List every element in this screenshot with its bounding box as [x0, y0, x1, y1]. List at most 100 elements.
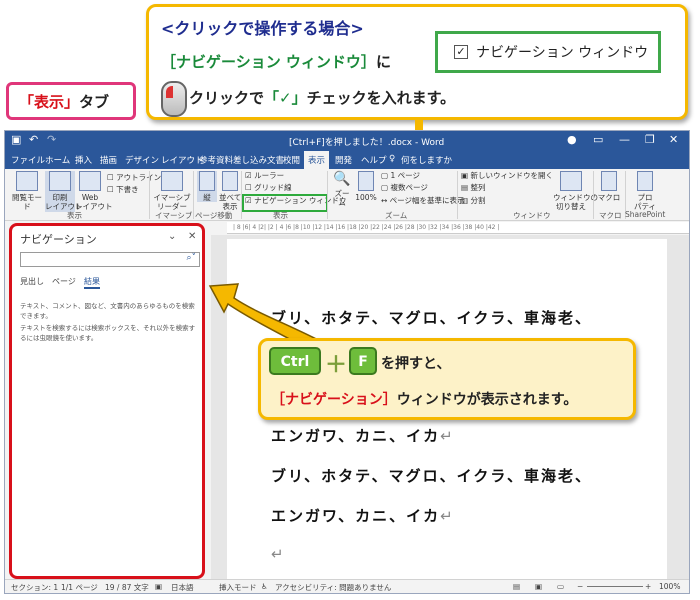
zoom-slider[interactable] [587, 586, 643, 587]
tab-developer[interactable]: 開発 [335, 154, 352, 166]
status-language[interactable]: 日本語 [171, 582, 194, 593]
zoom-in-icon[interactable]: + [645, 582, 651, 591]
return-mark-icon: ↵ [440, 427, 455, 445]
gridlines-checkbox[interactable]: ☐ グリッド線 [245, 183, 292, 192]
close-button[interactable]: ✕ [669, 133, 678, 146]
return-mark-icon: ↵ [440, 507, 455, 525]
ruler-label: ルーラー [254, 171, 285, 180]
multiple-pages-button[interactable]: ▢ 複数ページ [381, 183, 428, 192]
split-button[interactable]: ▥ 分割 [461, 196, 485, 205]
search-icon[interactable]: ⌕˅ [186, 253, 196, 263]
navbox-label: ナビゲーション ウィンドウ [476, 45, 649, 61]
callout-nav-window-label: ［ナビゲーション ウィンドウ］に [161, 51, 391, 72]
vertical-button[interactable]: 縦 [197, 171, 217, 203]
web-layout-button[interactable]: Web レイアウト [75, 171, 113, 212]
nav-pane-hint: テキスト、コメント、図など、文書内のあらゆるものを検索できます。 [20, 302, 195, 320]
print-layout-view-icon[interactable]: ▣ [535, 582, 542, 591]
zoom-100-button[interactable]: 100% [355, 171, 377, 202]
web-layout-view-icon[interactable]: ▭ [557, 582, 564, 591]
tab-layout[interactable]: レイアウト [161, 154, 204, 166]
checkbox-icon: ✓ [454, 45, 468, 59]
vertical-label: 縦 [203, 193, 211, 202]
accessibility-icon[interactable]: ♿ [261, 582, 268, 591]
minimize-button[interactable]: — [619, 133, 630, 146]
print-layout-button[interactable]: 印刷 レイアウト [45, 171, 83, 212]
tab-tell-me[interactable]: 何をしますか [401, 154, 452, 166]
tab-home[interactable]: ホーム [45, 154, 70, 166]
nav-tab-headings[interactable]: 見出し [20, 276, 44, 287]
title-bar: ▣ ↶ ↷ [Ctrl+F]を押しました！.docx - Word ● ▭ — … [5, 131, 689, 151]
search-input[interactable]: ⌕˅ [20, 252, 200, 267]
group-page-move-label: ページ移動 [195, 211, 233, 220]
ribbon-separator [593, 171, 594, 219]
ruler-checkbox[interactable]: ☑ ルーラー [245, 171, 284, 180]
properties-button[interactable]: プロ パティ [631, 171, 659, 212]
one-page-label: 1 ページ [390, 171, 420, 180]
redo-icon[interactable]: ↷ [47, 133, 56, 146]
nav-pane-checkbox-preview: ✓ ナビゲーション ウィンドウ [435, 31, 661, 73]
status-zoom[interactable]: 100% [659, 582, 680, 591]
gridlines-label: グリッド線 [254, 183, 292, 192]
ctrl-key-icon: Ctrl [269, 347, 321, 375]
side-by-side-button[interactable]: 並べて 表示 [219, 171, 241, 212]
zoom-100-icon [358, 171, 374, 191]
tab-draw[interactable]: 描画 [100, 154, 117, 166]
shortcut-callout-text: を押すと、 [381, 356, 451, 372]
tab-review[interactable]: 校閲 [283, 154, 300, 166]
page-width-button[interactable]: ↔ ページ幅を基準に表示 [381, 196, 465, 205]
horizontal-ruler[interactable]: | 8 |6| 4 |2| |2 | 4 |6 |8 |10 |12 |14 |… [227, 222, 689, 234]
tab-references[interactable]: 参考資料 [199, 154, 233, 166]
ribbon-display-icon[interactable]: ▭ [593, 133, 603, 146]
callout-nav-window-name: ［ナビゲーション ウィンドウ］ [161, 53, 376, 71]
web-layout-icon [79, 171, 101, 191]
new-window-button[interactable]: ▣ 新しいウィンドウを開く [461, 171, 553, 180]
restore-button[interactable]: ❐ [645, 133, 655, 146]
zoom-button[interactable]: 🔍 ズーム [331, 171, 353, 207]
macro-label: マクロ [597, 193, 621, 202]
properties-icon [637, 171, 653, 191]
zoom-100-label: 100% [355, 193, 377, 202]
zoom-label: ズーム [334, 188, 350, 207]
group-show-label: 表示 [273, 211, 288, 220]
draft-button[interactable]: ☐ 下書き [107, 185, 139, 194]
status-section[interactable]: セクション: 1 [11, 582, 58, 593]
immersive-reader-button[interactable]: イマーシブ リーダー [153, 171, 191, 212]
arrange-all-button[interactable]: ▤ 整列 [461, 183, 485, 192]
tell-me-icon[interactable]: ♀ [389, 154, 395, 164]
chevron-down-icon[interactable]: ⌄ [168, 231, 176, 242]
nav-tab-results[interactable]: 結果 [84, 276, 100, 289]
undo-icon[interactable]: ↶ [29, 133, 38, 146]
group-immersive-label: イマーシブ [155, 211, 193, 220]
tab-help[interactable]: ヘルプ [361, 154, 387, 166]
callout-particle: に [375, 53, 391, 71]
status-accessibility[interactable]: アクセシビリティ: 問題ありません [275, 582, 391, 593]
close-icon[interactable]: ✕ [188, 231, 196, 242]
tab-view[interactable]: 表示 [304, 151, 330, 169]
tab-file[interactable]: ファイル [11, 154, 45, 166]
zoom-out-icon[interactable]: − [577, 582, 583, 591]
ribbon-separator [457, 171, 458, 219]
read-mode-button[interactable]: 閲覧モード [11, 171, 43, 212]
instruction-callout: <クリックで操作する場合> ［ナビゲーション ウィンドウ］に クリックで「✓」チ… [146, 4, 688, 120]
plus-icon: ＋ [325, 353, 348, 378]
tab-design[interactable]: デザイン [125, 154, 159, 166]
switch-windows-button[interactable]: ウィンドウの 切り替え [553, 171, 598, 212]
status-word-count[interactable]: 19 / 87 文字 [105, 582, 149, 593]
status-bar: セクション: 1 1/1 ページ 19 / 87 文字 ▣ 日本語 挿入モード … [5, 579, 689, 593]
proofing-icon[interactable]: ▣ [155, 582, 162, 591]
status-insert-mode[interactable]: 挿入モード [219, 582, 257, 593]
status-page[interactable]: 1/1 ページ [61, 582, 98, 593]
page-width-label: ページ幅を基準に表示 [389, 196, 465, 205]
one-page-button[interactable]: ▢ 1 ページ [381, 171, 420, 180]
nav-tab-pages[interactable]: ページ [52, 276, 76, 287]
document-line: エンガワ、カニ、イカ↵ [271, 505, 455, 526]
read-mode-label: 閲覧モード [12, 193, 42, 212]
read-mode-icon [16, 171, 38, 191]
magnifier-icon: 🔍 [333, 171, 351, 187]
macro-button[interactable]: マクロ [597, 171, 621, 202]
tab-mailings[interactable]: 差し込み文書 [233, 154, 284, 166]
user-avatar[interactable]: ● [567, 133, 577, 146]
tab-insert[interactable]: 挿入 [75, 154, 92, 166]
save-icon[interactable]: ▣ [11, 133, 21, 146]
focus-icon[interactable]: ▤ [513, 582, 520, 591]
